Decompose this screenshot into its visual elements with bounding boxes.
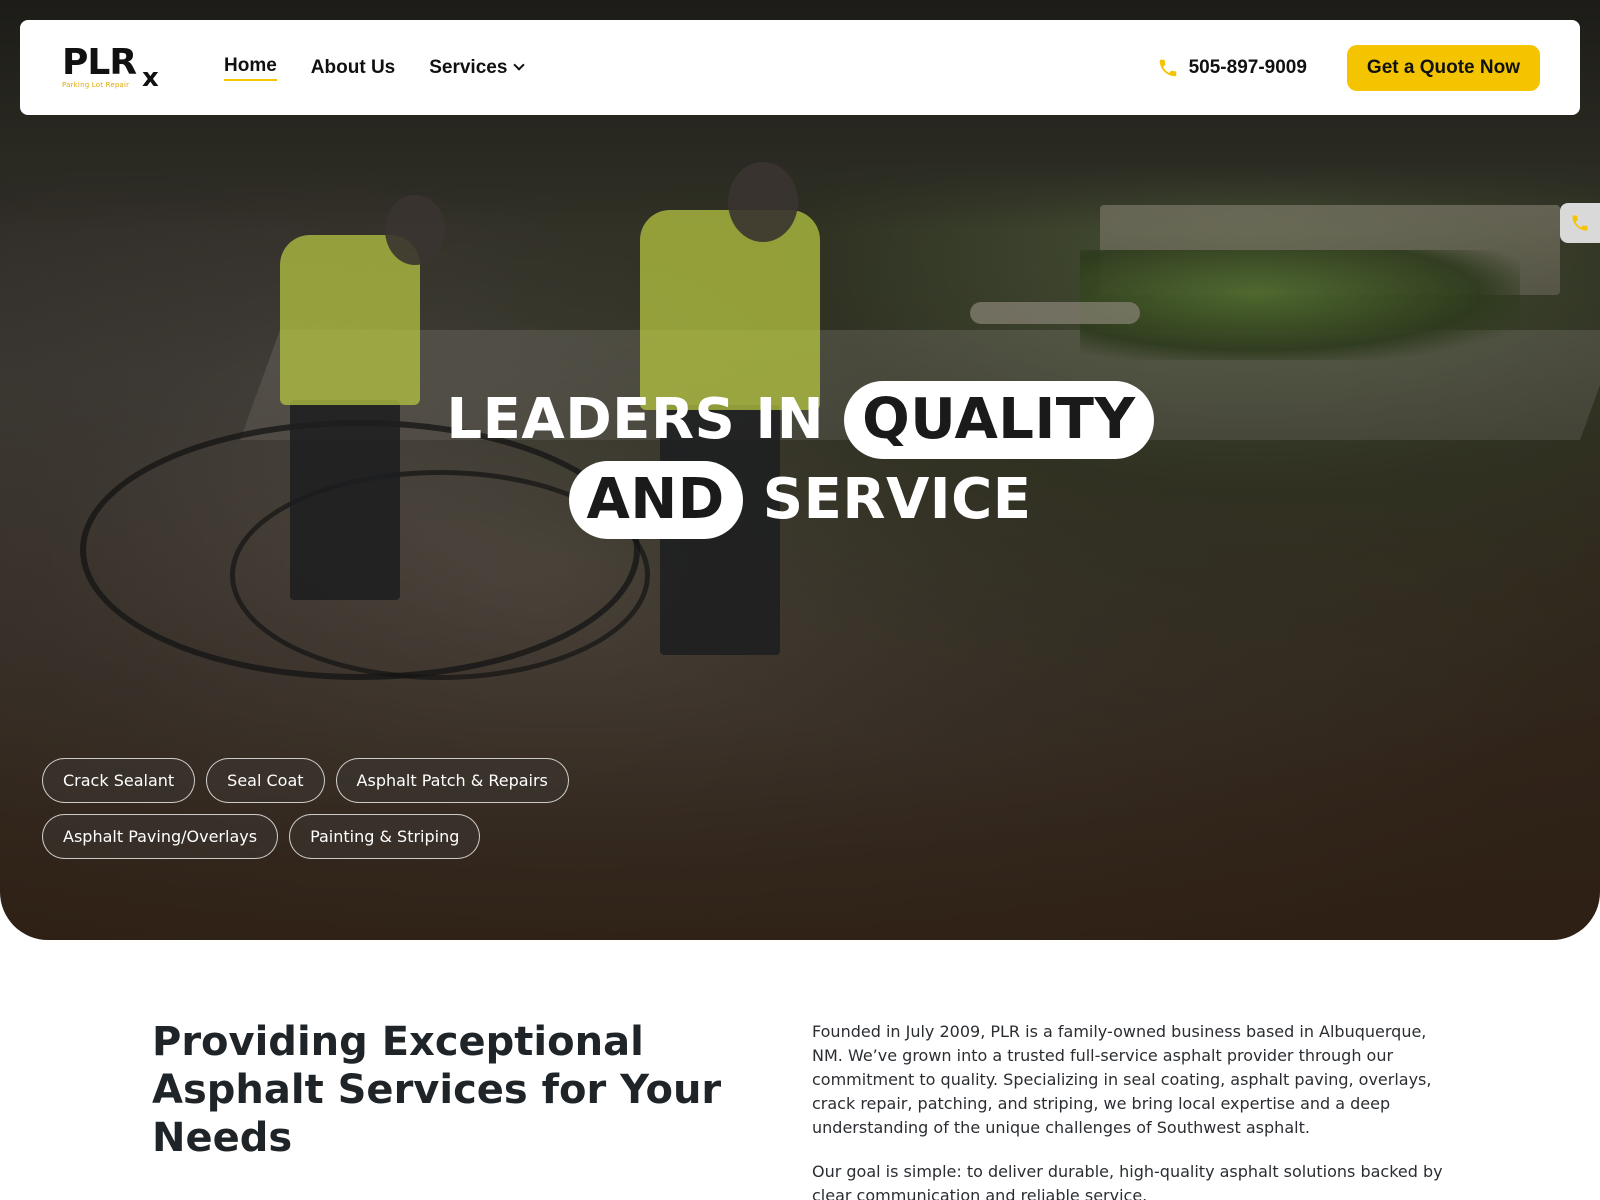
header-actions: 505-897-9009 Get a Quote Now [1157, 44, 1540, 91]
hero-background-planter [1080, 250, 1520, 360]
hero-headline: LEADERS IN QUALITY AND SERVICE [0, 380, 1600, 540]
intro-text: Founded in July 2009, PLR is a family-ow… [812, 1020, 1452, 1200]
intro-paragraph-2: Our goal is simple: to deliver durable, … [812, 1162, 1443, 1200]
get-quote-button[interactable]: Get a Quote Now [1346, 44, 1540, 91]
service-chips: Crack Sealant Seal Coat Asphalt Patch & … [42, 758, 742, 859]
phone-link[interactable]: 505-897-9009 [1157, 57, 1307, 79]
site-logo[interactable]: PLR x Parking Lot Repair [62, 44, 172, 93]
service-chip-asphalt-patch[interactable]: Asphalt Patch & Repairs [335, 758, 569, 803]
headline-highlight-quality: QUALITY [844, 381, 1154, 459]
headline-part2: SERVICE [762, 467, 1032, 532]
floating-call-button[interactable] [1560, 203, 1600, 243]
service-chip-painting-striping[interactable]: Painting & Striping [289, 814, 481, 859]
logo-mark: x [142, 62, 159, 93]
phone-icon [1572, 215, 1588, 231]
phone-icon [1159, 59, 1176, 76]
main-nav: Home About Us Services [224, 55, 526, 81]
intro-paragraph-1: Founded in July 2009, PLR is a family-ow… [812, 1022, 1432, 1137]
nav-item-services-label: Services [429, 56, 508, 78]
service-chip-crack-sealant[interactable]: Crack Sealant [42, 758, 196, 803]
phone-number: 505-897-9009 [1188, 56, 1307, 78]
headline-highlight-and: AND [568, 461, 743, 539]
hero-background-bench [970, 302, 1140, 324]
hero-worker-right-head [728, 162, 798, 242]
chevron-down-icon [513, 59, 526, 71]
service-chip-asphalt-paving[interactable]: Asphalt Paving/Overlays [42, 814, 279, 859]
site-header: PLR x Parking Lot Repair Home About Us S… [20, 20, 1580, 115]
nav-item-about-us[interactable]: About Us [311, 57, 395, 79]
nav-item-home[interactable]: Home [224, 55, 277, 81]
hero-worker-left-head [385, 195, 445, 265]
hero-section: LEADERS IN QUALITY AND SERVICE Crack Sea… [0, 0, 1600, 940]
intro-title: Providing Exceptional Asphalt Services f… [152, 1019, 722, 1161]
nav-item-services[interactable]: Services [429, 56, 526, 79]
service-chip-seal-coat[interactable]: Seal Coat [206, 758, 325, 803]
headline-part1: LEADERS IN [446, 387, 825, 452]
